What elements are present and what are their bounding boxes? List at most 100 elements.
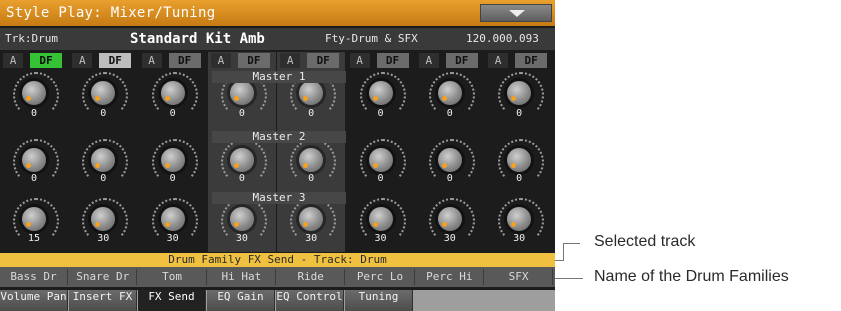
drum-kit-name[interactable]: Standard Kit Amb [130, 28, 265, 50]
send-knob[interactable] [498, 198, 545, 244]
channel-mode-buttons: A DF [416, 52, 484, 69]
drum-family-label: Snare Dr [69, 269, 138, 285]
knob-indicator [233, 163, 239, 168]
tab-volume-pan[interactable]: Volume Pan [0, 290, 68, 311]
a-button[interactable]: A [488, 53, 509, 68]
knob-indicator [441, 222, 447, 227]
mixer-screen: Style Play: Mixer/Tuning Trk:Drum Standa… [0, 0, 555, 311]
knob-indicator [303, 163, 309, 168]
send-knob[interactable] [498, 72, 545, 118]
send-knob[interactable] [428, 139, 475, 185]
knob-value: 30 [374, 233, 387, 244]
send-knob[interactable] [13, 198, 59, 244]
tab-tuning[interactable]: Tuning [345, 290, 413, 311]
master-label: Master 3 [212, 192, 346, 204]
callout-selected-track: Selected track [594, 233, 696, 250]
knob-indicator [441, 163, 447, 168]
send-knob[interactable] [82, 139, 129, 185]
send-knob[interactable] [290, 72, 337, 118]
send-knob[interactable] [82, 198, 129, 244]
knob-indicator [511, 163, 517, 168]
knob-value: 0 [238, 108, 245, 119]
a-button[interactable]: A [141, 53, 162, 68]
drum-family-label: Ride [277, 269, 346, 285]
df-button[interactable]: DF [168, 53, 201, 68]
send-knob[interactable] [220, 198, 267, 244]
knob-indicator [372, 163, 378, 168]
channel-mode-buttons: A DF [347, 52, 415, 69]
knob-value: 0 [100, 173, 107, 184]
send-knob[interactable] [428, 198, 475, 244]
df-button[interactable]: DF [376, 53, 409, 68]
knob-value: 30 [166, 233, 179, 244]
channel-strip: A DF 0 0 30 [485, 52, 553, 252]
send-knob[interactable] [359, 198, 406, 244]
send-knob[interactable] [359, 72, 406, 118]
send-knob[interactable] [220, 72, 267, 118]
knob-indicator [233, 222, 239, 227]
channel-mode-buttons: A DF [208, 52, 276, 69]
drum-family-label: Hi Hat [208, 269, 276, 285]
df-button[interactable]: DF [445, 53, 478, 68]
knob-indicator [164, 96, 170, 101]
knob-indicator [441, 96, 447, 101]
send-knob[interactable] [13, 72, 59, 118]
send-knob[interactable] [151, 139, 198, 185]
knob-value: 0 [446, 108, 453, 119]
tab-fx-send[interactable]: FX Send [138, 290, 206, 311]
tab-eq-control[interactable]: EQ Control [276, 290, 344, 311]
df-button[interactable]: DF [307, 53, 340, 68]
df-button[interactable]: DF [30, 53, 62, 68]
a-button[interactable]: A [349, 53, 370, 68]
knob-indicator [164, 163, 170, 168]
send-knob[interactable] [82, 72, 129, 118]
knob-value: 0 [238, 173, 245, 184]
drum-family-label: Tom [139, 269, 207, 285]
send-knob[interactable] [220, 139, 267, 185]
channel-strip: A DF 0 0 30 [347, 52, 415, 252]
knob-indicator [303, 222, 309, 227]
callout-line-families [555, 278, 583, 279]
page-tabs: Volume Pan Insert FX FX Send EQ Gain EQ Cont… [0, 290, 555, 311]
chevron-down-icon [509, 10, 525, 17]
a-button[interactable]: A [210, 53, 231, 68]
channel-mode-buttons: A DF [0, 52, 68, 69]
drum-family-label: Bass Dr [0, 269, 68, 285]
a-button[interactable]: A [3, 53, 23, 68]
send-knob[interactable] [359, 139, 406, 185]
send-knob[interactable] [151, 198, 198, 244]
send-knob[interactable] [151, 72, 198, 118]
drum-family-label: SFX [485, 269, 554, 285]
channel-strip: A DF 0 0 30 [416, 52, 484, 252]
master-label: Master 2 [212, 131, 346, 143]
knob-indicator [233, 96, 239, 101]
send-knob[interactable] [498, 139, 545, 185]
tab-insert-fx[interactable]: Insert FX [69, 290, 137, 311]
send-knob[interactable] [290, 139, 337, 185]
send-knob[interactable] [428, 72, 475, 118]
tab-eq-gain[interactable]: EQ Gain [207, 290, 275, 311]
knob-value: 0 [446, 173, 453, 184]
send-knob[interactable] [290, 198, 337, 244]
knob-indicator [26, 222, 31, 227]
knob-value: 0 [169, 108, 176, 119]
channel-mode-buttons: A DF [485, 52, 553, 69]
track-name: Trk:Drum [5, 32, 58, 45]
knob-indicator [95, 96, 101, 101]
a-button[interactable]: A [72, 53, 93, 68]
knob-value: 30 [513, 233, 526, 244]
channel-strip: A DF 0 0 30 [69, 52, 137, 252]
a-button[interactable]: A [418, 53, 439, 68]
knob-value: 0 [308, 108, 315, 119]
df-button[interactable]: DF [237, 53, 270, 68]
knob-value: 0 [377, 108, 384, 119]
a-button[interactable]: A [280, 53, 301, 68]
knob-value: 0 [377, 173, 384, 184]
send-knob[interactable] [13, 139, 59, 185]
master-label: Master 1 [212, 71, 346, 83]
df-button[interactable]: DF [515, 53, 548, 68]
knob-indicator [511, 222, 517, 227]
page-menu-button[interactable] [480, 4, 552, 22]
knob-indicator [26, 163, 31, 168]
df-button[interactable]: DF [99, 53, 132, 68]
